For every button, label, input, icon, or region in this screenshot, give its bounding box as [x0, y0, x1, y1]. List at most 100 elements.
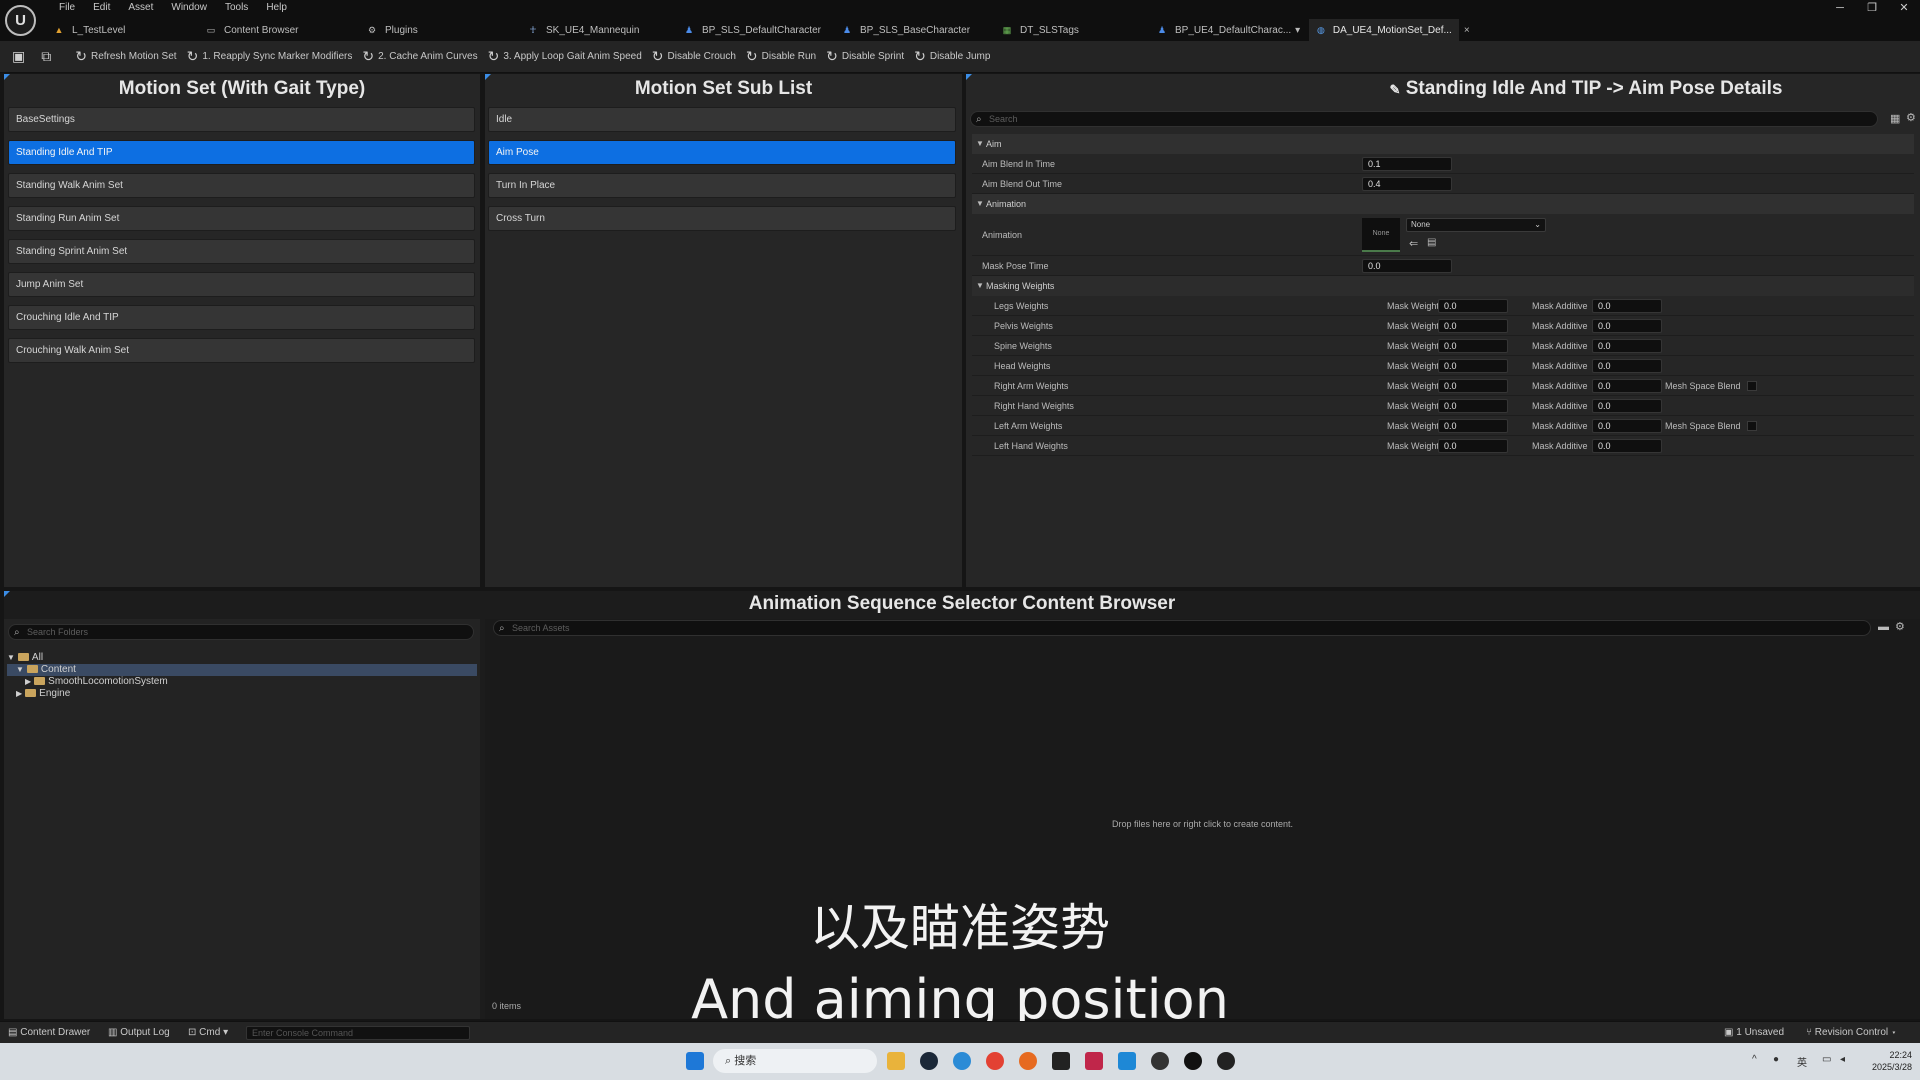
sub-list-item-idle[interactable]: Idle	[488, 107, 956, 132]
tab-da-ue4-motionset[interactable]: ◍ DA_UE4_MotionSet_Def... ×	[1309, 19, 1470, 41]
mask-pose-input[interactable]: 0.0	[1362, 259, 1452, 273]
tab-bp-sls-basecharacter[interactable]: ♟ BP_SLS_BaseCharacter	[834, 19, 994, 41]
menu-edit[interactable]: Edit	[84, 2, 119, 14]
refresh-motion-set-button[interactable]: ↻ Refresh Motion Set	[75, 41, 176, 73]
motion-set-item-crouching-idle[interactable]: Crouching Idle And TIP	[8, 305, 475, 330]
content-drawer-button[interactable]: ▤ Content Drawer	[8, 1022, 90, 1044]
asset-search-input[interactable]: ⌕ Search Assets	[493, 620, 1871, 636]
revision-control-button[interactable]: ⑂ Revision Control ▾	[1806, 1022, 1897, 1044]
tab-dt-slstags[interactable]: ▦ DT_SLSTags	[994, 19, 1149, 41]
tab-sk-ue4-mannequin[interactable]: ☥ SK_UE4_Mannequin	[520, 19, 676, 41]
menu-file[interactable]: File	[50, 2, 84, 14]
disable-sprint-button[interactable]: ↻ Disable Sprint	[826, 41, 904, 73]
tree-item-smoothlocomotion[interactable]: ▶ SmoothLocomotionSystem	[7, 676, 477, 688]
steam-icon[interactable]	[920, 1052, 938, 1070]
firefox-icon[interactable]	[1019, 1052, 1037, 1070]
mask-additive-input[interactable]: 0.0	[1592, 359, 1662, 373]
cache-anim-curves-button[interactable]: ↻ 2. Cache Anim Curves	[362, 41, 477, 73]
disable-run-button[interactable]: ↻ Disable Run	[746, 41, 816, 73]
jetbrains-icon[interactable]	[1085, 1052, 1103, 1070]
masking-weights-category[interactable]: ▼ Masking Weights	[972, 276, 1914, 296]
unreal-taskbar-icon[interactable]	[1184, 1052, 1202, 1070]
tab-l-testlevel[interactable]: ▲ L_TestLevel	[46, 19, 198, 41]
tab-content-browser[interactable]: ▭ Content Browser	[198, 19, 359, 41]
taskbar-search[interactable]: ⌕ 搜索	[713, 1049, 877, 1073]
use-selected-icon[interactable]: ⇐	[1409, 237, 1418, 250]
aim-category[interactable]: ▼ Aim	[972, 134, 1914, 154]
settings-icon[interactable]: ⚙	[1906, 111, 1916, 124]
minimize-button[interactable]: ─	[1824, 0, 1856, 16]
menu-help[interactable]: Help	[257, 2, 296, 14]
console-input[interactable]: Enter Console Command	[246, 1026, 470, 1040]
sub-list-item-turn-in-place[interactable]: Turn In Place	[488, 173, 956, 198]
output-log-button[interactable]: ▥ Output Log	[108, 1022, 170, 1044]
motion-set-item-standing-run[interactable]: Standing Run Anim Set	[8, 206, 475, 231]
qq-icon[interactable]	[1217, 1052, 1235, 1070]
mesh-space-blend-checkbox[interactable]	[1747, 421, 1757, 431]
save-icon[interactable]: ▣	[12, 41, 29, 73]
browser-icon[interactable]	[953, 1052, 971, 1070]
mask-weight-input[interactable]: 0.0	[1438, 319, 1508, 333]
sub-list-item-aim-pose[interactable]: Aim Pose	[488, 140, 956, 165]
close-button[interactable]: ✕	[1888, 0, 1920, 16]
animation-dropdown[interactable]: None ⌄	[1406, 218, 1546, 232]
clock[interactable]: 22:24 2025/3/28	[1862, 1049, 1912, 1073]
menu-asset[interactable]: Asset	[119, 2, 162, 14]
tab-bp-ue4-defaultcharacter[interactable]: ♟ BP_UE4_DefaultCharac... ▾	[1149, 19, 1309, 41]
apply-loop-gait-button[interactable]: ↻ 3. Apply Loop Gait Anim Speed	[488, 41, 642, 73]
chrome-icon[interactable]	[986, 1052, 1004, 1070]
github-icon[interactable]	[1151, 1052, 1169, 1070]
mask-weight-input[interactable]: 0.0	[1438, 419, 1508, 433]
tray-chevron-icon[interactable]: ^	[1752, 1054, 1757, 1065]
disable-crouch-button[interactable]: ↻ Disable Crouch	[652, 41, 736, 73]
menu-window[interactable]: Window	[162, 2, 216, 14]
folder-search-input[interactable]: ⌕ Search Folders	[8, 624, 474, 640]
mask-additive-input[interactable]: 0.0	[1592, 339, 1662, 353]
tab-bp-sls-defaultcharacter[interactable]: ♟ BP_SLS_DefaultCharacter	[676, 19, 834, 41]
tree-item-engine[interactable]: ▶ Engine	[7, 688, 477, 700]
ime-icon[interactable]: 英	[1797, 1054, 1807, 1069]
folder-toggle-icon[interactable]: ▬	[1878, 621, 1889, 633]
mask-weight-input[interactable]: 0.0	[1438, 359, 1508, 373]
close-tab-icon[interactable]: ×	[1464, 25, 1470, 36]
motion-set-item-crouching-walk[interactable]: Crouching Walk Anim Set	[8, 338, 475, 363]
mask-weight-input[interactable]: 0.0	[1438, 439, 1508, 453]
sub-list-item-cross-turn[interactable]: Cross Turn	[488, 206, 956, 231]
mask-weight-input[interactable]: 0.0	[1438, 299, 1508, 313]
browse-folder-icon[interactable]: ▤	[1427, 237, 1436, 248]
tab-plugins[interactable]: ⚙ Plugins	[359, 19, 520, 41]
mask-weight-input[interactable]: 0.0	[1438, 379, 1508, 393]
file-explorer-icon[interactable]	[887, 1052, 905, 1070]
mask-additive-input[interactable]: 0.0	[1592, 379, 1662, 393]
details-search-input[interactable]: ⌕ Search	[970, 111, 1878, 127]
aim-blend-in-input[interactable]: 0.1	[1362, 157, 1452, 171]
reapply-sync-marker-button[interactable]: ↻ 1. Reapply Sync Marker Modifiers	[187, 41, 353, 73]
cmd-dropdown[interactable]: ⊡ Cmd ▾	[188, 1022, 228, 1044]
maximize-button[interactable]: ❐	[1856, 0, 1888, 16]
settings-icon[interactable]: ⚙	[1895, 620, 1905, 633]
motion-set-item-standing-idle[interactable]: Standing Idle And TIP	[8, 140, 475, 165]
mask-weight-input[interactable]: 0.0	[1438, 339, 1508, 353]
motion-set-item-basesettings[interactable]: BaseSettings	[8, 107, 475, 132]
aim-blend-out-input[interactable]: 0.4	[1362, 177, 1452, 191]
motion-set-item-standing-walk[interactable]: Standing Walk Anim Set	[8, 173, 475, 198]
animation-thumbnail[interactable]: None	[1362, 218, 1400, 252]
browse-icon[interactable]: ⧉	[41, 41, 55, 73]
vscode-icon[interactable]	[1118, 1052, 1136, 1070]
start-menu-icon[interactable]	[686, 1052, 704, 1070]
terminal-app-icon[interactable]	[1052, 1052, 1070, 1070]
mask-additive-input[interactable]: 0.0	[1592, 439, 1662, 453]
mask-additive-input[interactable]: 0.0	[1592, 399, 1662, 413]
grid-view-icon[interactable]: ▦	[1890, 112, 1900, 125]
animation-category[interactable]: ▼ Animation	[972, 194, 1914, 214]
unsaved-button[interactable]: ▣ 1 Unsaved	[1724, 1022, 1784, 1044]
motion-set-item-standing-sprint[interactable]: Standing Sprint Anim Set	[8, 239, 475, 264]
tree-item-all[interactable]: ▼ All	[7, 652, 477, 664]
mask-additive-input[interactable]: 0.0	[1592, 299, 1662, 313]
disable-jump-button[interactable]: ↻ Disable Jump	[914, 41, 990, 73]
unreal-logo-icon[interactable]: U	[5, 5, 36, 36]
motion-set-item-jump[interactable]: Jump Anim Set	[8, 272, 475, 297]
microphone-icon[interactable]: ●	[1773, 1054, 1779, 1065]
tree-item-content[interactable]: ▼ Content	[7, 664, 477, 676]
mask-additive-input[interactable]: 0.0	[1592, 319, 1662, 333]
